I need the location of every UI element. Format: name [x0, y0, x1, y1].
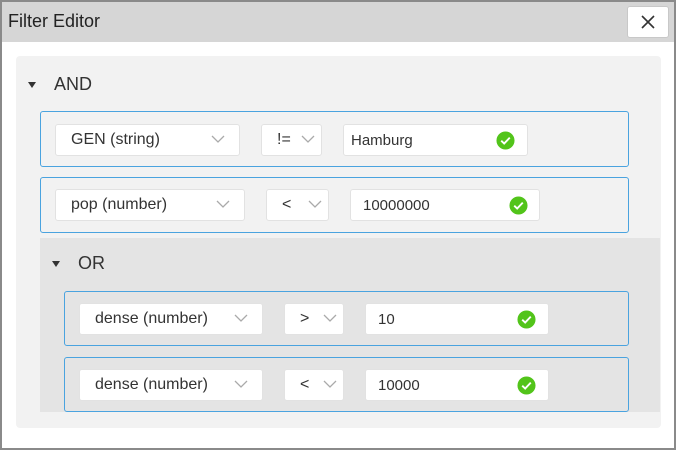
value-input-text: 10000000 [363, 196, 430, 214]
chevron-down-icon [211, 135, 225, 143]
filter-rule: GEN (string) != Hamburg [40, 111, 629, 167]
chevron-down-icon [323, 314, 337, 322]
close-button[interactable] [627, 6, 669, 38]
check-circle-icon [517, 376, 536, 395]
field-select[interactable]: GEN (string) [55, 124, 240, 156]
check-circle-icon [517, 310, 536, 329]
close-icon [641, 15, 655, 29]
group-operator: OR [78, 253, 105, 273]
dialog-title: Filter Editor [8, 11, 101, 31]
check-circle-icon [496, 131, 515, 150]
operator-select[interactable]: < [266, 189, 329, 221]
value-input-text: Hamburg [351, 131, 413, 149]
value-input[interactable]: 10 [365, 303, 549, 335]
chevron-down-icon [323, 380, 337, 388]
field-select-value: GEN (string) [71, 131, 160, 148]
field-select[interactable]: dense (number) [79, 369, 263, 401]
field-select-value: dense (number) [95, 376, 208, 393]
field-select[interactable]: dense (number) [79, 303, 263, 335]
filter-rule: dense (number) < 10000 [64, 357, 629, 412]
value-input-text: 10 [378, 310, 395, 328]
value-input[interactable]: 10000000 [350, 189, 540, 221]
value-input[interactable]: 10000 [365, 369, 549, 401]
chevron-down-icon [234, 380, 248, 388]
operator-select-value: < [282, 196, 292, 213]
operator-select-value: < [300, 376, 310, 393]
field-select[interactable]: pop (number) [55, 189, 245, 221]
filter-rule: pop (number) < 10000000 [40, 177, 629, 233]
caret-down-icon[interactable] [28, 81, 36, 88]
operator-select[interactable]: < [284, 369, 344, 401]
field-select-value: pop (number) [71, 196, 168, 213]
field-select-value: dense (number) [95, 310, 208, 327]
group-operator: AND [54, 74, 93, 94]
chevron-down-icon [308, 200, 322, 208]
filter-editor-dialog: Filter Editor AND GEN (string) != Hambur… [0, 0, 676, 450]
operator-select[interactable]: > [284, 303, 344, 335]
operator-select[interactable]: != [261, 124, 322, 156]
value-input-text: 10000 [378, 376, 420, 394]
chevron-down-icon [234, 314, 248, 322]
caret-down-icon[interactable] [52, 260, 60, 267]
check-circle-icon [509, 196, 528, 215]
operator-select-value: != [277, 131, 291, 148]
and-group-header[interactable]: AND [28, 74, 92, 95]
value-input[interactable]: Hamburg [343, 124, 528, 156]
chevron-down-icon [301, 135, 315, 143]
filter-rule: dense (number) > 10 [64, 291, 629, 346]
operator-select-value: > [300, 310, 310, 327]
title-bar: Filter Editor [2, 2, 674, 42]
chevron-down-icon [216, 200, 230, 208]
or-group-header[interactable]: OR [52, 253, 105, 274]
